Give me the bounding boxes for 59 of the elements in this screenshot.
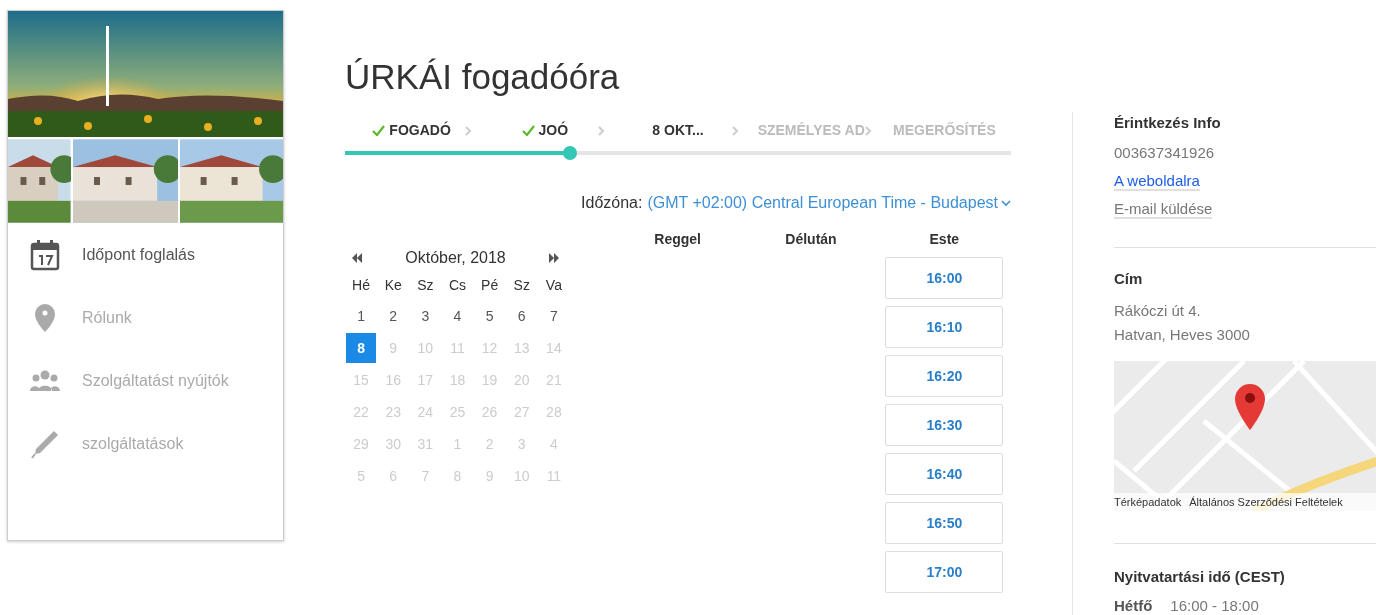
time-slot-button[interactable]: 16:00 <box>885 257 1004 299</box>
calendar-day[interactable]: 7 <box>538 301 569 331</box>
chevron-icon <box>863 126 872 136</box>
chevron-icon <box>464 126 473 136</box>
time-slot-button[interactable]: 16:50 <box>885 502 1004 544</box>
weekday-label: Ke <box>383 276 403 295</box>
menu-item[interactable]: Rólunk <box>82 308 132 327</box>
time-slot-button[interactable]: 16:20 <box>885 355 1004 397</box>
step-tab[interactable]: JOÓ <box>521 122 569 138</box>
address-line: Hatvan, Heves 3000 <box>1114 325 1251 345</box>
weekday-label: Pé <box>480 276 500 295</box>
calendar-day[interactable]: 6 <box>506 301 537 331</box>
weekday-label: Cs <box>447 276 468 295</box>
timezone-dropdown[interactable]: (GMT +02:00) Central European Time - Budapest <box>647 194 1011 212</box>
address-line: Rákóczi út 4. <box>1114 301 1202 321</box>
time-slot-button[interactable]: 16:30 <box>885 404 1004 446</box>
day-label: Hétfő <box>1114 597 1153 614</box>
email-link[interactable]: E-mail küldése <box>1114 200 1213 219</box>
timezone-label: Időzóna: <box>581 194 643 212</box>
menu-item[interactable]: Szolgáltatást nyújtók <box>82 371 229 390</box>
chevron-icon <box>730 126 739 136</box>
section-heading: Cím <box>1114 269 1144 287</box>
weekday-label: Sz <box>416 276 435 295</box>
check-icon <box>521 124 535 136</box>
opening-hours: 16:00 - 18:00 <box>1170 597 1259 614</box>
map-attribution[interactable]: Általános Szerződési Feltételek <box>1189 496 1343 508</box>
calendar-day[interactable]: 4 <box>442 301 473 331</box>
time-slot-button[interactable]: 17:00 <box>885 551 1004 593</box>
weekday-label: Hé <box>351 276 371 295</box>
check-icon <box>372 124 386 136</box>
time-slot-button[interactable]: 16:40 <box>885 453 1004 495</box>
step-tab[interactable]: FOGADÓ <box>372 122 451 138</box>
map-attribution[interactable]: Térképadatok <box>1114 496 1182 508</box>
previous-month-icon[interactable] <box>351 253 363 263</box>
section-heading: Nyitvatartási idő (CEST) <box>1114 567 1286 585</box>
calendar-day[interactable]: 1 <box>346 301 377 331</box>
weekday-label: Sz <box>512 276 531 295</box>
calendar-day[interactable]: 2 <box>378 301 409 331</box>
chevron-down-icon <box>1001 199 1011 207</box>
weekday-label: Va <box>544 276 563 295</box>
calendar-day[interactable]: 3 <box>410 301 441 331</box>
time-slot-button[interactable]: 16:10 <box>885 306 1004 348</box>
step-tab[interactable]: 8 OKT... <box>652 122 704 138</box>
next-month-icon[interactable] <box>548 253 560 263</box>
section-heading: Érintkezés Info <box>1114 113 1222 131</box>
website-link[interactable]: A weboldalra <box>1114 172 1200 191</box>
calendar-day[interactable]: 5 <box>474 301 505 331</box>
page-title: ÚRKÁI fogadóóra <box>345 56 621 98</box>
calendar-icon <box>28 237 62 272</box>
menu-item[interactable]: Időpont foglalás <box>82 245 195 264</box>
phone-number: 003637341926 <box>1114 143 1216 163</box>
column-header: Reggel <box>654 230 701 249</box>
column-header: Délután <box>785 230 837 249</box>
column-header: Este <box>929 230 960 249</box>
calendar-day[interactable]: 8 <box>346 333 377 363</box>
map-pin-icon <box>1234 383 1266 431</box>
menu-item[interactable]: szolgáltatások <box>82 434 184 453</box>
month-title: Október, 2018 <box>405 249 506 267</box>
chevron-icon <box>597 126 606 136</box>
